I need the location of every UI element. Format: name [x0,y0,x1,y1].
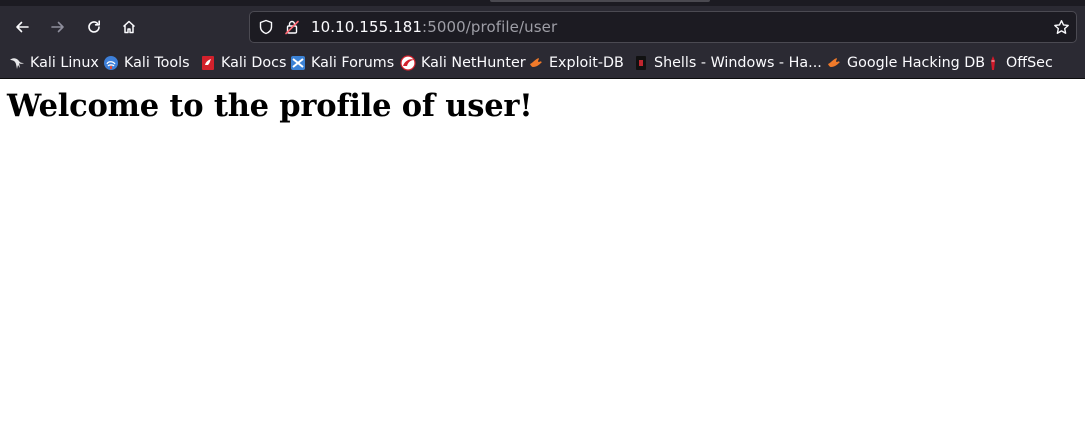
nethunter-icon [400,55,416,71]
page-heading: Welcome to the profile of user! [7,88,533,124]
shells-icon [633,55,649,71]
bookmark-shells-windows[interactable]: Shells - Windows - Ha... [633,54,822,72]
bookmark-kali-tools[interactable]: Kali Tools [103,54,190,72]
reload-button[interactable] [77,10,111,44]
bookmark-label: Kali NetHunter [421,55,526,71]
kali-tools-icon [103,55,119,71]
bookmark-label: Google Hacking DB [847,55,986,71]
bookmark-kali-forums[interactable]: Kali Forums [290,54,394,72]
bookmark-kali-docs[interactable]: Kali Docs [200,54,286,72]
bookmark-kali-linux[interactable]: Kali Linux [9,54,99,72]
active-tab-edge [490,0,710,2]
navigation-toolbar: 10.10.155.181:5000/profile/user [0,6,1085,48]
forward-arrow-icon [50,19,66,35]
bookmark-star-icon[interactable] [1053,19,1070,40]
forward-button[interactable] [41,10,75,44]
bookmark-label: Shells - Windows - Ha... [654,55,822,71]
kali-dragon-icon [9,55,25,71]
kali-docs-icon [200,55,216,71]
bookmark-label: OffSec [1006,55,1053,71]
bookmark-exploit-db[interactable]: Exploit-DB [528,54,624,72]
home-icon [121,19,137,35]
offsec-icon [985,55,1001,71]
bookmark-label: Kali Forums [311,55,395,71]
exploit-db-icon [528,55,544,71]
url-text[interactable]: 10.10.155.181:5000/profile/user [311,18,557,36]
insecure-lock-icon[interactable] [284,19,300,39]
url-host: 10.10.155.181 [311,18,423,36]
address-bar[interactable]: 10.10.155.181:5000/profile/user [249,11,1077,43]
back-button[interactable] [5,10,39,44]
bookmark-label: Kali Docs [221,55,287,71]
reload-icon [86,19,102,35]
tracking-protection-shield-icon[interactable] [258,19,274,39]
kali-forums-icon [290,55,306,71]
bookmark-label: Kali Tools [124,55,190,71]
bookmark-offsec[interactable]: OffSec [985,54,1053,72]
home-button[interactable] [112,10,146,44]
url-path: :5000/profile/user [422,18,558,36]
back-arrow-icon [14,19,30,35]
ghdb-icon [826,55,842,71]
bookmark-kali-nethunter[interactable]: Kali NetHunter [400,54,526,72]
bookmark-label: Kali Linux [30,55,99,71]
bookmark-label: Exploit-DB [549,55,624,71]
bookmarks-toolbar: Kali Linux Kali Tools Kali Docs Kali For… [0,48,1085,79]
page-content: Welcome to the profile of user! [0,79,1085,133]
bookmark-google-hacking-db[interactable]: Google Hacking DB [826,54,985,72]
